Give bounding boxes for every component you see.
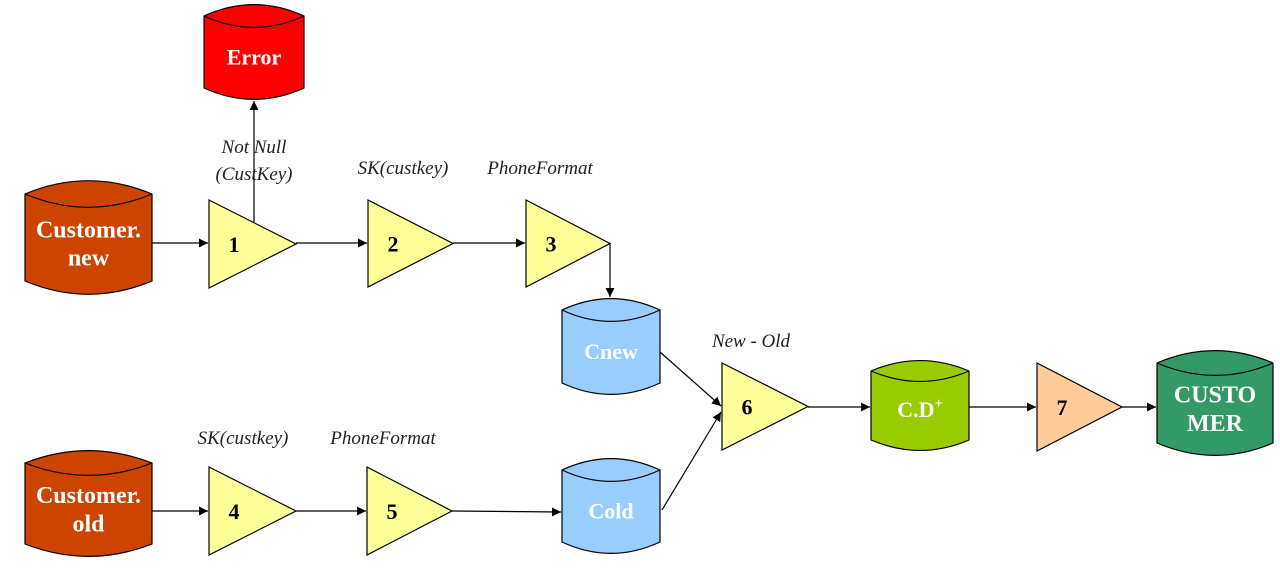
datastore-customer-old[interactable]: Customer.old	[24, 450, 153, 557]
annotation-text: (CustKey)	[215, 164, 292, 185]
datastore-label: Customer.	[36, 483, 141, 509]
annotation-text: SK(custkey)	[198, 428, 289, 449]
annotation-sk-top: SK(custkey)	[358, 158, 449, 179]
activity-act-7[interactable]: 7	[1036, 362, 1124, 452]
activity-number: 6	[742, 395, 753, 420]
edge-act-5-to-cold	[451, 507, 562, 517]
activity-number: 4	[229, 499, 240, 524]
datastore-customer-new[interactable]: Customer. new	[24, 180, 153, 295]
edge-cold-to-act-6	[661, 411, 722, 511]
activity-number: 2	[388, 232, 399, 257]
etl-diagram: ErrorCustomer.newCustomer.oldCnewColdC.D…	[24, 4, 1274, 557]
annotation-phone-top: PhoneFormat	[486, 158, 593, 179]
datastore-label: CUSTO	[1174, 382, 1256, 408]
activity-act-1[interactable]: 1	[208, 199, 298, 289]
datastore-label: MER	[1187, 411, 1244, 437]
annotation-phone-bottom: PhoneFormat	[329, 428, 436, 449]
datastore-cnew[interactable]: Cnew	[561, 298, 661, 395]
edge-cnew-to-act-6	[659, 351, 722, 407]
activity-act-3[interactable]: 3	[525, 199, 612, 288]
datastore-error[interactable]: Error	[203, 4, 305, 100]
annotation-text: PhoneFormat	[486, 158, 593, 179]
annotation-text: New - Old	[711, 331, 791, 352]
datastore-cold[interactable]: Cold	[561, 458, 661, 554]
annotation-newold: New - Old	[711, 331, 791, 352]
activity-triangle	[367, 199, 455, 288]
activity-triangle	[525, 199, 612, 288]
activity-number: 1	[229, 232, 240, 257]
datastore-cd-plus[interactable]: C.D+	[870, 360, 970, 451]
datastore-customer[interactable]: CUSTO MER	[1156, 350, 1274, 456]
activity-triangle	[208, 199, 298, 289]
datastore-label: new	[68, 246, 110, 272]
activity-act-4[interactable]: 4	[208, 466, 298, 556]
datastore-label: Cold	[588, 499, 633, 524]
datastore-label: Error	[227, 45, 282, 70]
activity-number: 5	[387, 499, 398, 524]
datastore-label: Customer.	[36, 217, 141, 243]
annotation-text: Not Null	[221, 137, 287, 158]
annotation-sk-bottom: SK(custkey)	[198, 428, 289, 449]
datastore-label: old	[72, 511, 105, 537]
activity-triangle	[208, 466, 298, 556]
datastore-label: Cnew	[584, 339, 638, 364]
activity-act-6[interactable]: 6	[721, 362, 810, 451]
annotation-text: PhoneFormat	[329, 428, 436, 449]
activity-number: 7	[1057, 395, 1068, 420]
activity-triangle	[721, 362, 810, 451]
activity-act-2[interactable]: 2	[367, 199, 455, 288]
annotation-text: SK(custkey)	[358, 158, 449, 179]
activity-triangle	[366, 466, 454, 556]
activity-act-5[interactable]: 5	[366, 466, 454, 556]
activity-triangle	[1036, 362, 1124, 452]
activity-number: 3	[546, 232, 557, 257]
